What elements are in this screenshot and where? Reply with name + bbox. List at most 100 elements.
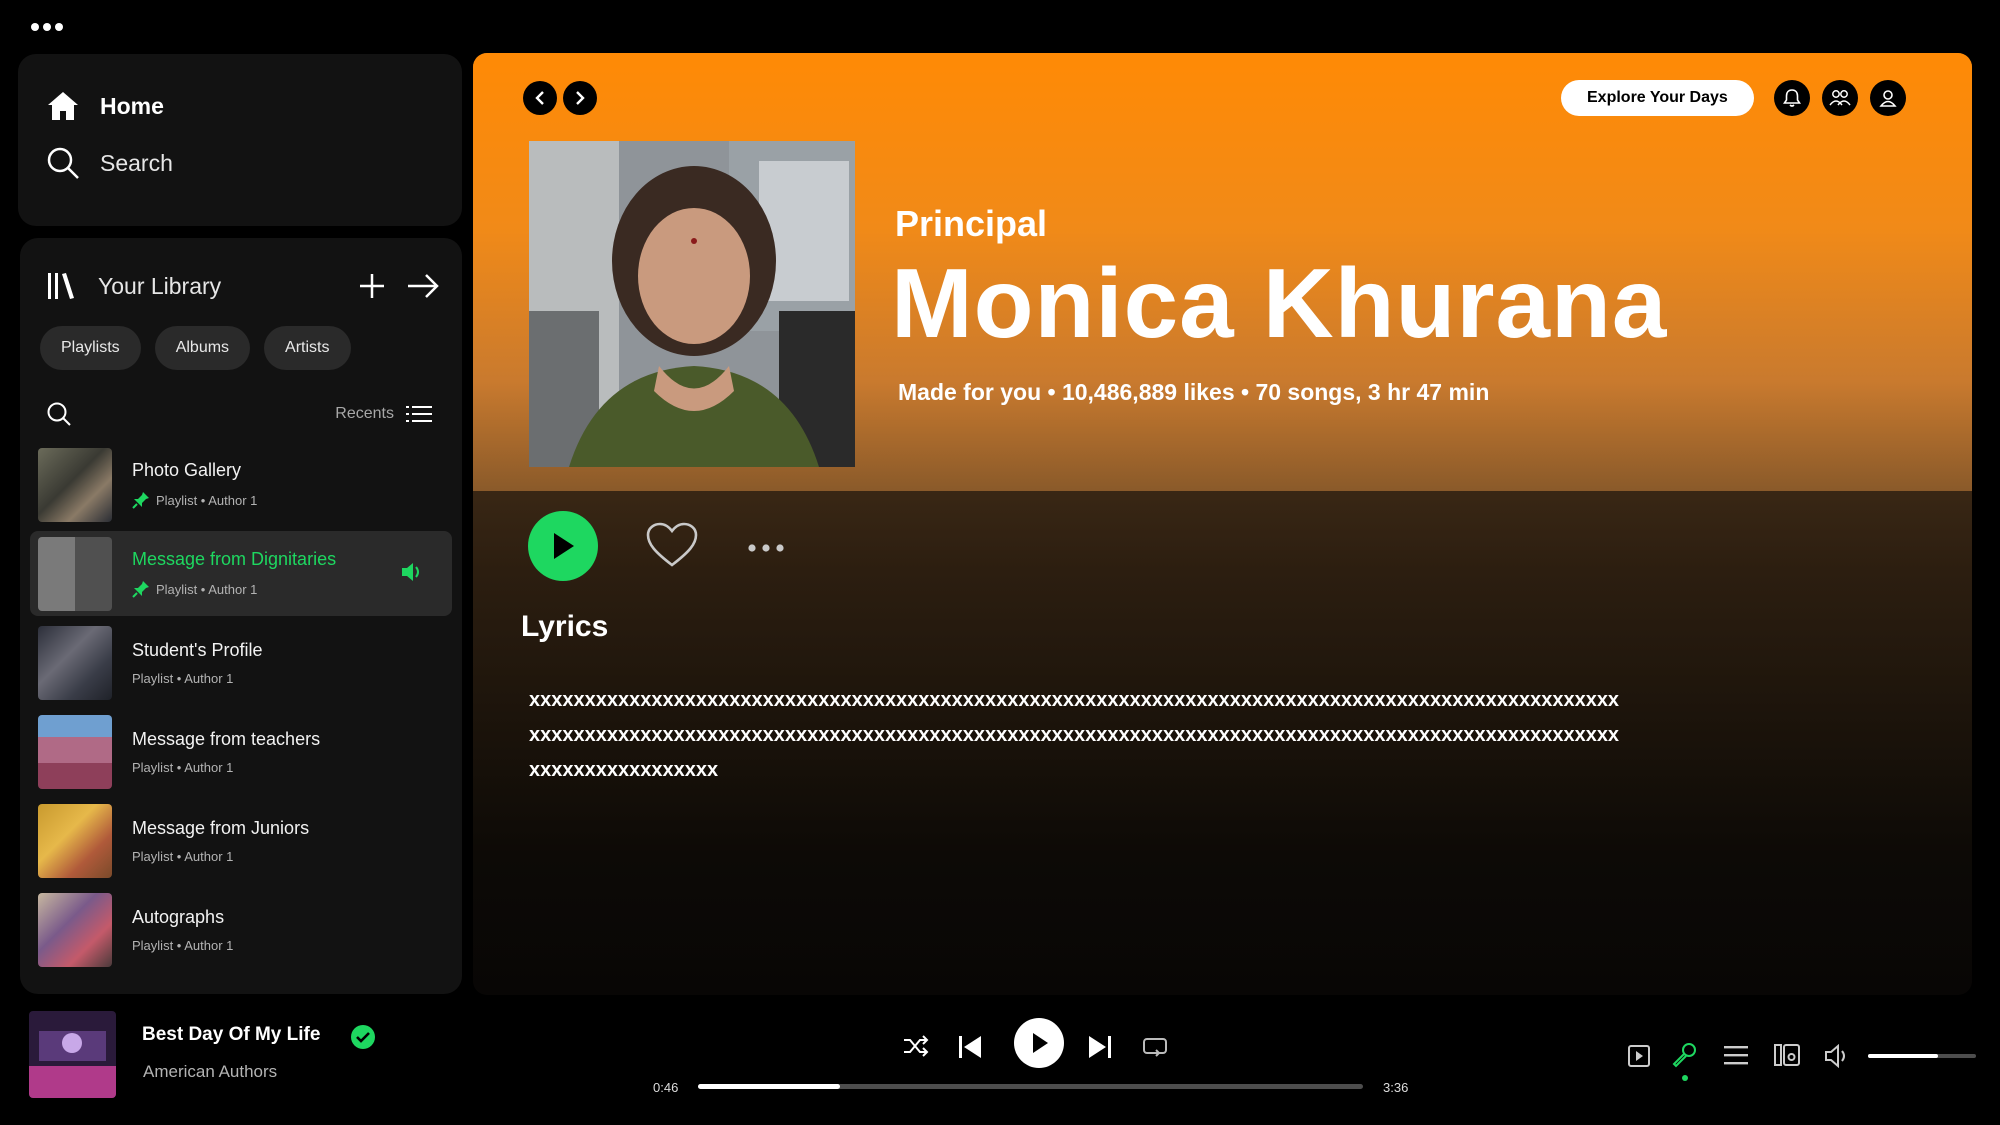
playlist-title: Message from Juniors: [132, 817, 310, 838]
lyrics-heading: Lyrics: [521, 610, 609, 643]
progress-fill: [698, 1084, 840, 1089]
chevron-right-icon: [572, 90, 588, 106]
active-indicator: [1682, 1075, 1688, 1081]
library-header: Your Library: [46, 266, 440, 306]
back-button[interactable]: [523, 81, 557, 115]
more-options-button[interactable]: [747, 543, 785, 553]
playlist-cover: [38, 892, 112, 967]
now-playing-artist[interactable]: American Authors: [143, 1062, 277, 1082]
lyrics-text: xxxxxxxxxxxxxxxxxxxxxxxxxxxxxxxxxxxxxxxx…: [529, 689, 1620, 781]
now-playing-cover[interactable]: [29, 1011, 116, 1098]
current-time: 0:46: [653, 1080, 679, 1095]
total-time: 3:36: [1383, 1080, 1409, 1095]
chevron-left-icon: [532, 90, 548, 106]
connect-device-button[interactable]: [1774, 1043, 1800, 1067]
chip-playlists[interactable]: Playlists: [40, 326, 141, 370]
playlist-type: Principal: [895, 203, 1048, 244]
nav-search-label: Search: [100, 149, 173, 176]
library-panel: Your Library Playlists Albums Artists Re…: [20, 238, 462, 994]
sort-recents[interactable]: Recents: [335, 404, 432, 424]
playlist-title: Student's Profile: [132, 639, 263, 660]
profile-button[interactable]: [1870, 80, 1906, 116]
previous-button[interactable]: [958, 1034, 982, 1060]
playlist-title: Message from teachers: [132, 728, 321, 749]
player-play-button[interactable]: [1014, 1018, 1064, 1068]
chip-artists[interactable]: Artists: [264, 326, 351, 370]
explore-your-days-button[interactable]: Explore Your Days: [1561, 80, 1754, 116]
playlist-cover: [38, 803, 112, 878]
mute-button[interactable]: [1824, 1044, 1850, 1068]
progress-bar[interactable]: [698, 1084, 1363, 1089]
playlist-subtitle: Playlist • Author 1: [156, 492, 258, 508]
library-title[interactable]: Your Library: [98, 273, 221, 300]
page-title: Monica Khurana: [891, 248, 1668, 358]
lyrics-button[interactable]: [1671, 1042, 1697, 1068]
main-panel: Explore Your Days Principal Monica Khura…: [473, 53, 1972, 995]
playlist-title: Message from Dignitaries: [132, 549, 337, 569]
repeat-button[interactable]: [1142, 1036, 1168, 1058]
playlist-cover: [38, 447, 112, 522]
friends-button[interactable]: [1822, 80, 1858, 116]
library-list: Photo Gallery Playlist • Author 1 Messag…: [30, 442, 452, 976]
notifications-button[interactable]: [1774, 80, 1810, 116]
playlist-title: Autographs: [132, 906, 225, 927]
forward-button[interactable]: [563, 81, 597, 115]
library-tools: Recents: [46, 398, 432, 430]
now-playing-view-button[interactable]: [1627, 1044, 1651, 1068]
playlist-subtitle: Playlist • Author 1: [132, 848, 234, 864]
library-icon[interactable]: [46, 271, 76, 301]
shuffle-icon: [902, 1034, 930, 1058]
volume-slider[interactable]: [1868, 1054, 1976, 1058]
microphone-icon: [1671, 1042, 1697, 1068]
list-item[interactable]: Photo Gallery Playlist • Author 1: [30, 442, 452, 527]
library-search-icon[interactable]: [46, 401, 72, 427]
home-icon: [46, 90, 80, 122]
list-item[interactable]: Message from Dignitaries Playlist • Auth…: [30, 531, 452, 616]
playlist-meta: Made for you • 10,486,889 likes • 70 son…: [898, 379, 1490, 405]
nav-home-label: Home: [100, 92, 164, 119]
more-icon: [747, 543, 785, 553]
playlist-subtitle: Playlist • Author 1: [156, 581, 258, 597]
playlist-title: Photo Gallery: [132, 460, 242, 480]
sort-label: Recents: [335, 405, 394, 422]
like-button[interactable]: [645, 521, 699, 569]
saved-check-icon[interactable]: [350, 1024, 376, 1050]
now-playing-speaker-icon: [400, 561, 424, 583]
play-button[interactable]: [528, 511, 598, 581]
list-item[interactable]: Autographs Playlist • Author 1: [30, 887, 452, 972]
playlist-cover: [38, 714, 112, 789]
chip-albums[interactable]: Albums: [154, 326, 251, 370]
device-icon: [1774, 1043, 1800, 1067]
volume-icon: [1824, 1044, 1850, 1068]
play-icon: [1029, 1032, 1049, 1054]
arrow-right-icon[interactable]: [406, 272, 440, 300]
user-icon: [1878, 88, 1898, 108]
nav-home[interactable]: Home: [46, 90, 164, 122]
playlist-cover-photo: [529, 141, 855, 467]
volume-fill: [1868, 1054, 1939, 1058]
playlist-subtitle: Playlist • Author 1: [132, 759, 234, 775]
now-playing-view-icon: [1627, 1044, 1651, 1068]
library-filter-chips: Playlists Albums Artists: [40, 326, 351, 370]
window-menu-icon[interactable]: [30, 20, 66, 34]
playlist-cover: [38, 536, 112, 611]
bell-icon: [1782, 88, 1802, 108]
list-item[interactable]: Message from Juniors Playlist • Author 1: [30, 798, 452, 883]
list-item[interactable]: Message from teachers Playlist • Author …: [30, 709, 452, 794]
nav-panel: Home Search: [18, 54, 462, 226]
list-icon: [406, 404, 432, 424]
next-button[interactable]: [1088, 1034, 1112, 1060]
list-item[interactable]: Student's Profile Playlist • Author 1: [30, 620, 452, 705]
play-icon: [550, 531, 576, 561]
pin-icon: [132, 580, 150, 598]
now-playing-title[interactable]: Best Day Of My Life: [142, 1024, 320, 1046]
hero-banner: Explore Your Days Principal Monica Khura…: [473, 53, 1972, 491]
search-icon: [46, 146, 80, 180]
playlist-cover: [38, 625, 112, 700]
nav-search[interactable]: Search: [46, 146, 173, 180]
skip-forward-icon: [1088, 1034, 1112, 1060]
shuffle-button[interactable]: [902, 1034, 930, 1058]
queue-button[interactable]: [1724, 1044, 1748, 1066]
friends-icon: [1829, 88, 1851, 108]
plus-icon[interactable]: [358, 272, 386, 300]
